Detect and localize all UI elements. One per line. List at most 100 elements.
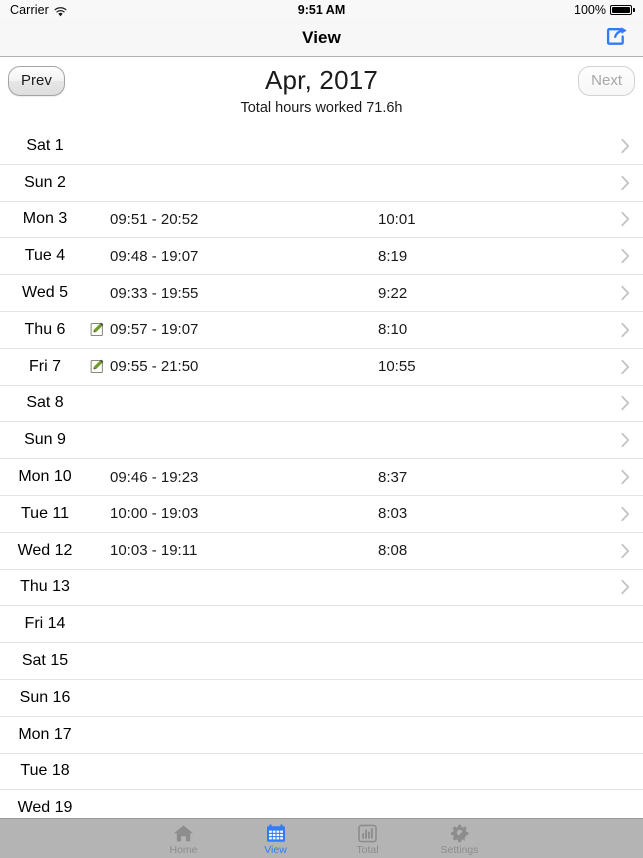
tab-bar-spacer-right [506,819,643,858]
day-label: Tue 4 [24,247,66,265]
chevron-right-icon [621,322,630,337]
day-label: Fri 7 [29,357,61,375]
tab-bar: Home View Total Settings [0,818,643,858]
duration-label: 8:10 [378,321,408,339]
chevron-right-icon [621,285,630,301]
month-title: Apr, 2017 [264,65,379,95]
chevron-right-icon [621,580,630,595]
chevron-right-icon [621,506,630,521]
gears-icon [450,824,470,843]
chevron-right-icon [621,212,630,227]
day-label: Sat 15 [21,652,69,670]
chevron-right-icon [621,249,630,264]
chevron-right-icon [621,543,630,558]
table-row[interactable]: Wed 5 09:33 - 19:55 9:22 [0,275,643,312]
table-row[interactable]: Mon 17 [0,716,643,754]
battery-full-icon [610,4,635,15]
tab-label: Home [169,843,198,856]
duration-label: 8:19 [378,247,408,265]
duration-label: 8:37 [378,468,408,486]
time-range-label: 10:03 - 19:11 [110,542,198,560]
table-row[interactable]: Thu 13 [0,569,643,607]
page-title: View [302,27,341,47]
time-range-label: 09:46 - 19:23 [110,468,199,486]
status-bar: Carrier 9:51 AM 100% [0,0,643,19]
wifi-icon [54,6,67,16]
app-screen: Carrier 9:51 AM 100% View Prev Next Apr,… [0,0,643,858]
edited-note-icon [86,359,108,374]
battery-percent-label: 100% [574,2,606,17]
time-range-label: 09:57 - 19:07 [110,321,199,339]
home-icon [173,824,194,843]
month-header: Prev Next Apr, 2017 Total hours worked 7… [0,57,643,128]
table-row[interactable]: Mon 3 09:51 - 20:52 10:01 [0,201,643,239]
day-label: Wed 19 [17,799,73,817]
nav-bar: View [0,19,643,57]
status-bar-left: Carrier [10,3,67,17]
day-label: Mon 10 [18,468,72,486]
calendar-icon [266,823,286,843]
day-label: Sun 2 [24,173,66,191]
table-row[interactable]: Sat 15 [0,643,643,680]
day-label: Fri 14 [24,615,66,633]
table-row[interactable]: Fri 7 09:55 - 21:50 10:55 [0,348,643,386]
day-label: Sat 1 [26,136,64,154]
table-row[interactable]: Fri 14 [0,606,643,644]
day-label: Wed 12 [17,541,73,559]
duration-label: 10:55 [378,358,416,376]
prev-month-button[interactable]: Prev [8,66,65,96]
time-range-label: 09:33 - 19:55 [110,284,199,302]
tab-total[interactable]: Total [322,819,414,858]
day-label: Thu 13 [20,578,70,596]
tab-home[interactable]: Home [138,819,230,858]
table-row[interactable]: Thu 6 09:57 - 19:07 8:10 [0,311,643,349]
tab-label: View [264,843,287,856]
tab-bar-spacer-left [0,819,138,858]
duration-label: 8:08 [378,542,408,560]
day-label: Mon 17 [18,725,72,743]
table-row[interactable]: Tue 4 09:48 - 19:07 8:19 [0,238,643,276]
share-button[interactable] [603,25,631,51]
day-label: Sun 9 [24,431,66,449]
time-range-label: 09:48 - 19:07 [110,247,199,265]
time-range-label: 09:51 - 20:52 [110,210,199,228]
chevron-right-icon [621,359,630,374]
table-row[interactable]: Sat 1 [0,128,643,165]
table-row[interactable]: Tue 18 [0,753,643,791]
tab-settings[interactable]: Settings [414,819,506,858]
tab-view[interactable]: View [230,819,322,858]
time-range-label: 09:55 - 21:50 [110,358,199,376]
duration-label: 9:22 [378,284,408,302]
table-row[interactable]: Tue 11 10:00 - 19:03 8:03 [0,495,643,533]
duration-label: 8:03 [378,505,408,523]
bar-chart-icon [358,824,377,843]
chevron-right-icon [621,138,630,153]
duration-label: 10:01 [378,210,416,228]
table-row[interactable]: Sun 2 [0,164,643,202]
chevron-right-icon [621,175,630,190]
table-row[interactable]: Sun 9 [0,422,643,460]
total-hours-label: Total hours worked 71.6h [240,100,403,116]
table-row[interactable]: Mon 10 09:46 - 19:23 8:37 [0,459,643,496]
day-label: Sat 8 [26,394,64,412]
day-label: Tue 11 [20,504,70,522]
carrier-label: Carrier [10,2,49,17]
day-list[interactable]: Sat 1 Sun 2 Mon 3 09:51 - 20:52 10:01 Tue 4 09… [0,128,643,858]
table-row[interactable]: Wed 12 10:03 - 19:11 8:08 [0,532,643,570]
day-label: Tue 18 [20,762,70,780]
table-row[interactable]: Sun 16 [0,679,643,717]
edited-note-icon [86,322,108,337]
day-label: Thu 6 [24,320,66,338]
status-bar-clock: 9:51 AM [297,2,346,17]
status-bar-right: 100% [574,3,635,17]
chevron-right-icon [621,396,630,411]
day-label: Wed 5 [22,284,68,302]
tab-label: Total [356,843,379,856]
chevron-right-icon [621,469,630,485]
next-month-button: Next [578,66,635,96]
table-row[interactable]: Sat 8 [0,385,643,423]
day-label: Mon 3 [22,210,68,228]
share-icon [606,26,628,49]
chevron-right-icon [621,433,630,448]
day-label: Sun 16 [19,688,71,706]
